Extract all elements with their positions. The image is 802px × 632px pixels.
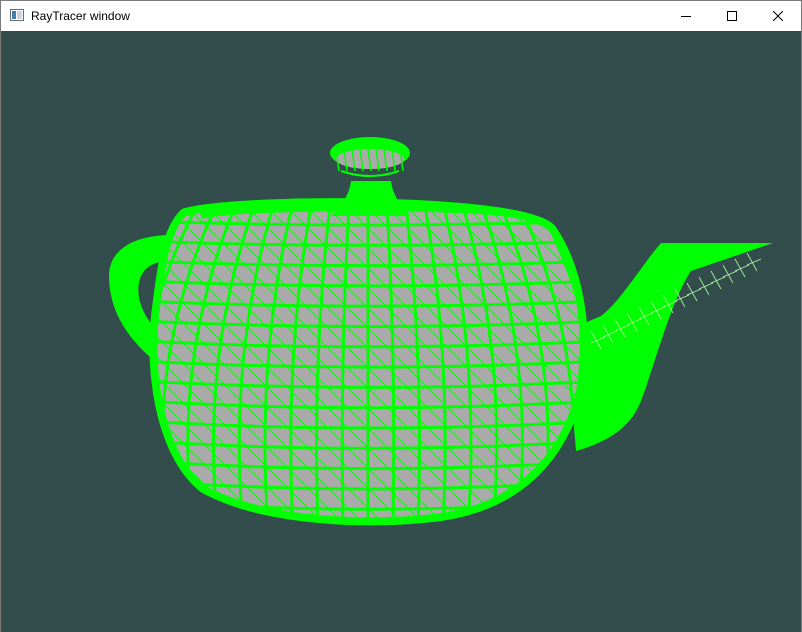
minimize-button[interactable] — [663, 1, 709, 31]
window-title: RayTracer window — [31, 9, 130, 23]
title-bar[interactable]: RayTracer window — [1, 1, 801, 31]
close-icon — [773, 11, 783, 21]
maximize-icon — [727, 11, 737, 21]
render-viewport[interactable] — [1, 31, 801, 632]
maximize-button[interactable] — [709, 1, 755, 31]
teapot-spout — [566, 243, 773, 451]
teapot-knob — [330, 137, 411, 216]
app-window: RayTracer window — [0, 0, 802, 632]
minimize-icon — [681, 16, 691, 17]
close-button[interactable] — [755, 1, 801, 31]
teapot-wireframe-mesh — [109, 137, 773, 526]
app-window-icon — [10, 9, 24, 21]
